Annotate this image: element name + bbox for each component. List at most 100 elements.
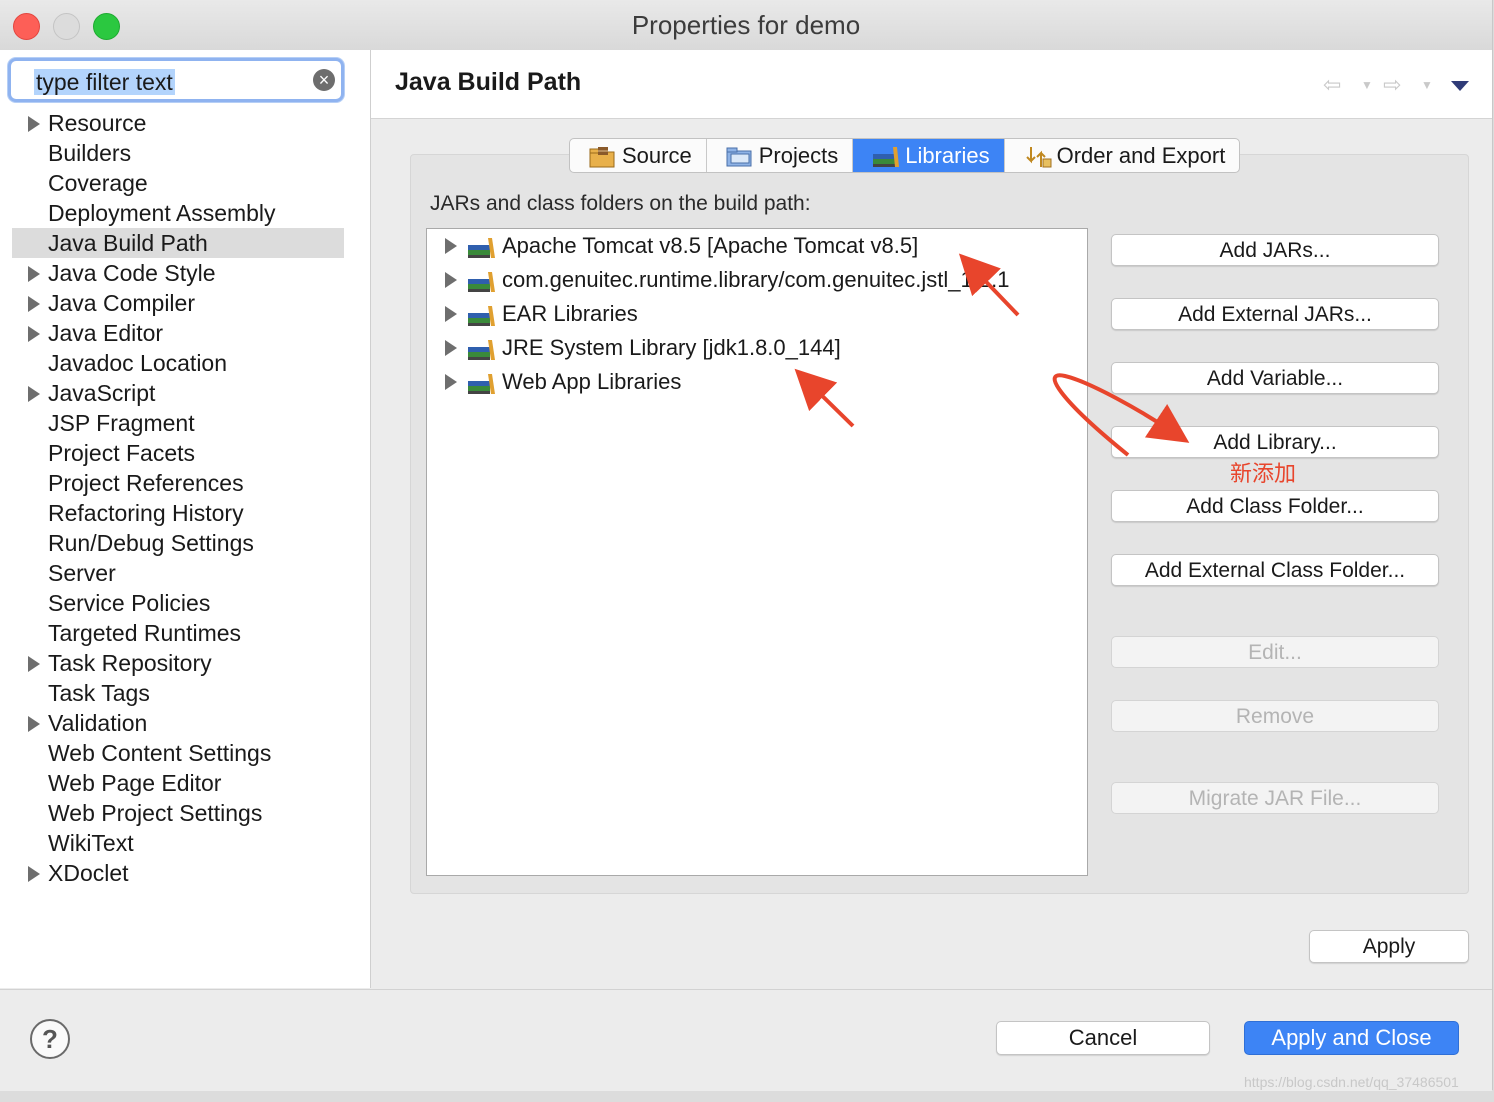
forward-dropdown-icon[interactable]: ▼ xyxy=(1421,78,1433,92)
expand-triangle-icon[interactable] xyxy=(445,340,457,356)
sidebar-item-project-references[interactable]: Project References xyxy=(12,468,344,498)
sidebar-item-javascript[interactable]: JavaScript xyxy=(12,378,344,408)
tab-projects[interactable]: Projects xyxy=(707,139,854,172)
expand-triangle-icon[interactable] xyxy=(28,716,40,732)
sidebar-item-java-compiler[interactable]: Java Compiler xyxy=(12,288,344,318)
sidebar-item-label: Deployment Assembly xyxy=(48,200,276,226)
sidebar-item-label: WikiText xyxy=(48,830,134,856)
sidebar-item-server[interactable]: Server xyxy=(12,558,344,588)
dialog-button-bar: ? Cancel Apply and Close https://blog.cs… xyxy=(0,989,1492,1091)
expand-triangle-icon[interactable] xyxy=(28,116,40,132)
expand-triangle-icon[interactable] xyxy=(28,656,40,672)
sidebar-item-label: Java Build Path xyxy=(48,230,208,256)
sidebar-item-label: Java Compiler xyxy=(48,290,195,316)
sidebar-item-builders[interactable]: Builders xyxy=(12,138,344,168)
library-container-icon xyxy=(467,235,497,258)
clear-filter-icon[interactable]: × xyxy=(313,69,335,91)
sidebar-item-label: Project Facets xyxy=(48,440,195,466)
sidebar-item-label: Web Project Settings xyxy=(48,800,263,826)
sidebar-item-web-content-settings[interactable]: Web Content Settings xyxy=(12,738,344,768)
window-title: Properties for demo xyxy=(631,10,861,40)
help-icon[interactable]: ? xyxy=(30,1019,70,1059)
view-menu-icon[interactable] xyxy=(1451,81,1469,91)
sidebar-item-web-page-editor[interactable]: Web Page Editor xyxy=(12,768,344,798)
apply-button[interactable]: Apply xyxy=(1309,930,1469,963)
sidebar-item-jsp-fragment[interactable]: JSP Fragment xyxy=(12,408,344,438)
expand-triangle-icon[interactable] xyxy=(28,866,40,882)
filter-input[interactable]: type filter text × xyxy=(8,58,344,102)
order-export-icon xyxy=(1023,145,1052,167)
sidebar-item-deployment-assembly[interactable]: Deployment Assembly xyxy=(12,198,344,228)
sidebar-item-label: Web Page Editor xyxy=(48,770,222,796)
sidebar-item-java-build-path[interactable]: Java Build Path xyxy=(12,228,344,258)
add-class-folder-button[interactable]: Add Class Folder... xyxy=(1111,490,1439,522)
filter-text[interactable]: type filter text xyxy=(34,69,175,95)
sidebar-item-label: XDoclet xyxy=(48,860,129,886)
sidebar-item-javadoc-location[interactable]: Javadoc Location xyxy=(12,348,344,378)
add-external-class-folder-button[interactable]: Add External Class Folder... xyxy=(1111,554,1439,586)
edit-button[interactable]: Edit... xyxy=(1111,636,1439,668)
watermark: https://blog.csdn.net/qq_37486501 xyxy=(1244,1074,1459,1090)
add-variable-button[interactable]: Add Variable... xyxy=(1111,362,1439,394)
add-jars-button[interactable]: Add JARs... xyxy=(1111,234,1439,266)
tab-bar: Source Projects Libraries Order and Export xyxy=(569,138,1241,173)
add-library-button[interactable]: Add Library... xyxy=(1111,426,1439,458)
page-title: Java Build Path xyxy=(395,68,582,96)
title-bar: Properties for demo xyxy=(0,0,1492,51)
expand-triangle-icon[interactable] xyxy=(445,374,457,390)
sidebar-item-xdoclet[interactable]: XDoclet xyxy=(12,858,344,888)
projects-icon xyxy=(725,145,753,167)
tab-label: Libraries xyxy=(905,143,990,168)
back-arrow-icon[interactable]: ⇦ xyxy=(1323,72,1341,98)
expand-triangle-icon[interactable] xyxy=(445,272,457,288)
apply-and-close-button[interactable]: Apply and Close xyxy=(1244,1021,1459,1055)
library-label: Web App Libraries xyxy=(502,369,682,394)
expand-triangle-icon[interactable] xyxy=(28,296,40,312)
sidebar-item-label: Refactoring History xyxy=(48,500,244,526)
sidebar-item-targeted-runtimes[interactable]: Targeted Runtimes xyxy=(12,618,344,648)
sidebar-item-service-policies[interactable]: Service Policies xyxy=(12,588,344,618)
migrate-jar-button[interactable]: Migrate JAR File... xyxy=(1111,782,1439,814)
sidebar-item-label: Javadoc Location xyxy=(48,350,228,376)
tab-label: Order and Export xyxy=(1056,143,1226,168)
property-page-tree: Resource Builders Coverage Deployment Assem… xyxy=(12,108,344,888)
properties-window: Properties for demo type filter text × R… xyxy=(0,0,1493,1091)
sidebar-item-wikitext[interactable]: WikiText xyxy=(12,828,344,858)
sidebar-item-java-editor[interactable]: Java Editor xyxy=(12,318,344,348)
add-external-jars-button[interactable]: Add External JARs... xyxy=(1111,298,1439,330)
sidebar-item-validation[interactable]: Validation xyxy=(12,708,344,738)
library-container-icon xyxy=(467,337,497,360)
tab-label: Projects xyxy=(758,143,839,168)
tab-libraries[interactable]: Libraries xyxy=(853,139,1005,172)
sidebar-item-refactoring-history[interactable]: Refactoring History xyxy=(12,498,344,528)
tab-order-and-export[interactable]: Order and Export xyxy=(1005,139,1240,172)
back-dropdown-icon[interactable]: ▼ xyxy=(1361,78,1373,92)
sidebar-item-coverage[interactable]: Coverage xyxy=(12,168,344,198)
sidebar-item-resource[interactable]: Resource xyxy=(12,108,344,138)
remove-button[interactable]: Remove xyxy=(1111,700,1439,732)
sidebar-item-web-project-settings[interactable]: Web Project Settings xyxy=(12,798,344,828)
cancel-button[interactable]: Cancel xyxy=(996,1021,1210,1055)
expand-triangle-icon[interactable] xyxy=(28,266,40,282)
library-label: EAR Libraries xyxy=(502,301,638,326)
expand-triangle-icon[interactable] xyxy=(28,326,40,342)
expand-triangle-icon[interactable] xyxy=(445,238,457,254)
sidebar-item-label: Validation xyxy=(48,710,148,736)
sidebar-item-label: Java Code Style xyxy=(48,260,216,286)
expand-triangle-icon[interactable] xyxy=(28,386,40,402)
library-label: com.genuitec.runtime.library/com.genuite… xyxy=(502,267,1010,292)
sidebar-item-task-tags[interactable]: Task Tags xyxy=(12,678,344,708)
expand-triangle-icon[interactable] xyxy=(445,306,457,322)
sidebar-item-label: Run/Debug Settings xyxy=(48,530,254,556)
sidebar-item-run-debug-settings[interactable]: Run/Debug Settings xyxy=(12,528,344,558)
sidebar-item-project-facets[interactable]: Project Facets xyxy=(12,438,344,468)
forward-arrow-icon[interactable]: ⇨ xyxy=(1383,72,1401,98)
sidebar-item-label: Builders xyxy=(48,140,132,166)
sidebar-item-label: Targeted Runtimes xyxy=(48,620,242,646)
sidebar-item-task-repository[interactable]: Task Repository xyxy=(12,648,344,678)
preferences-sidebar: type filter text × Resource Builders Cover… xyxy=(0,50,371,988)
tab-source[interactable]: Source xyxy=(570,139,707,172)
sidebar-item-java-code-style[interactable]: Java Code Style xyxy=(12,258,344,288)
libraries-list-label: JARs and class folders on the build path… xyxy=(430,192,811,215)
libraries-tree[interactable]: Apache Tomcat v8.5 [Apache Tomcat v8.5] c… xyxy=(426,228,1088,876)
